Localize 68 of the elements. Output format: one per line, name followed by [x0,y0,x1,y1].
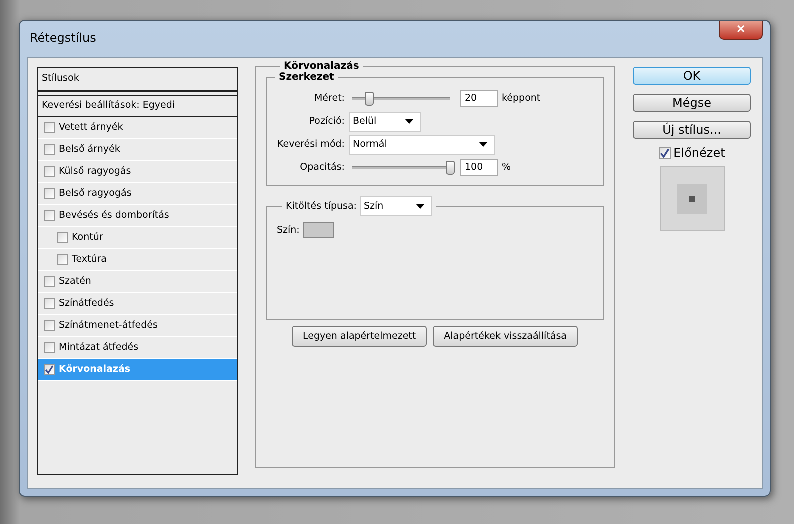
size-slider[interactable] [349,92,453,106]
checkbox[interactable] [44,122,55,133]
field-label: Keverési mód: [276,139,345,150]
color-swatch[interactable] [302,222,334,238]
field-label: Kitöltés típusa: [286,200,357,212]
group-title: Szerkezet [278,72,336,83]
panel-button[interactable]: Legyen alapértelmezett [292,326,428,347]
item-label: Vetett árnyék [59,122,124,133]
checkbox-label: Előnézet [674,146,726,160]
list-item[interactable]: Textúra [38,249,237,271]
item-label: Textúra [72,254,107,265]
item-label: Bevésés és domborítás [59,210,170,221]
dialog-button[interactable]: OK [633,67,751,85]
item-label: Színátfedés [59,298,114,309]
list-item[interactable]: Külső ragyogás [38,161,237,183]
list-header: Stílusok [38,68,237,92]
list-item[interactable]: Színátfedés [38,293,237,315]
field-label: Opacitás: [299,162,345,173]
item-label: Kontúr [72,232,104,243]
slider-thumb[interactable] [364,92,374,106]
checkbox[interactable] [44,210,55,221]
list-item[interactable]: Kontúr [38,227,237,249]
opacity-slider[interactable] [349,160,453,174]
item-label: Színátmenet-átfedés [59,320,158,331]
field-label: Pozíció: [308,116,345,127]
checkbox[interactable] [44,144,55,155]
position-dropdown[interactable]: Belül [349,112,421,132]
caret-icon [416,204,425,208]
caret-icon [405,119,414,124]
checkbox[interactable] [44,364,55,375]
list-item[interactable]: Belső árnyék [38,139,237,161]
checkbox[interactable] [57,232,68,243]
item-label: Szatén [59,276,92,287]
list-item[interactable]: Keverési beállítások: Egyedi [38,95,237,117]
window-title: Rétegstílus [30,31,96,45]
slider-thumb[interactable] [446,161,455,175]
panel-button[interactable]: Alapértékek visszaállítása [433,326,578,347]
checkbox[interactable] [44,188,55,199]
list-item[interactable]: Színátmenet-átfedés [38,315,237,337]
checkbox[interactable] [44,320,55,331]
unit-label: % [502,162,512,173]
checkbox[interactable] [57,254,68,265]
field-label: Szín: [277,224,300,236]
caret-icon [479,142,488,147]
fill-type-dropdown[interactable]: Szín [360,196,432,216]
item-label: Mintázat átfedés [59,342,139,353]
checkbox[interactable] [44,298,55,309]
list-item[interactable]: Bevésés és domborítás [38,205,237,227]
preview-thumbnail [660,166,724,231]
unit-label: képpont [502,93,541,104]
checkbox[interactable] [44,276,55,287]
dialog-button[interactable]: Mégse [633,94,751,112]
checkbox[interactable] [658,147,671,159]
field-label: Méret: [313,93,345,104]
section-title: Körvonalazás [283,61,360,72]
size-field[interactable]: 20 [460,90,498,107]
checkbox[interactable] [44,342,55,353]
item-label: Belső ragyogás [59,188,132,199]
blend-mode-dropdown[interactable]: Normál [349,134,495,154]
list-item[interactable]: Belső ragyogás [38,183,237,205]
item-label: Külső ragyogás [59,166,132,177]
item-label: Körvonalazás [59,364,131,375]
list-item[interactable]: Vetett árnyék [38,117,237,139]
item-label: Belső árnyék [59,144,120,155]
dialog-button[interactable]: Új stílus... [633,121,751,139]
opacity-field[interactable]: 100 [460,159,498,176]
checkbox[interactable] [44,166,55,177]
list-item[interactable]: Szatén [38,271,237,293]
